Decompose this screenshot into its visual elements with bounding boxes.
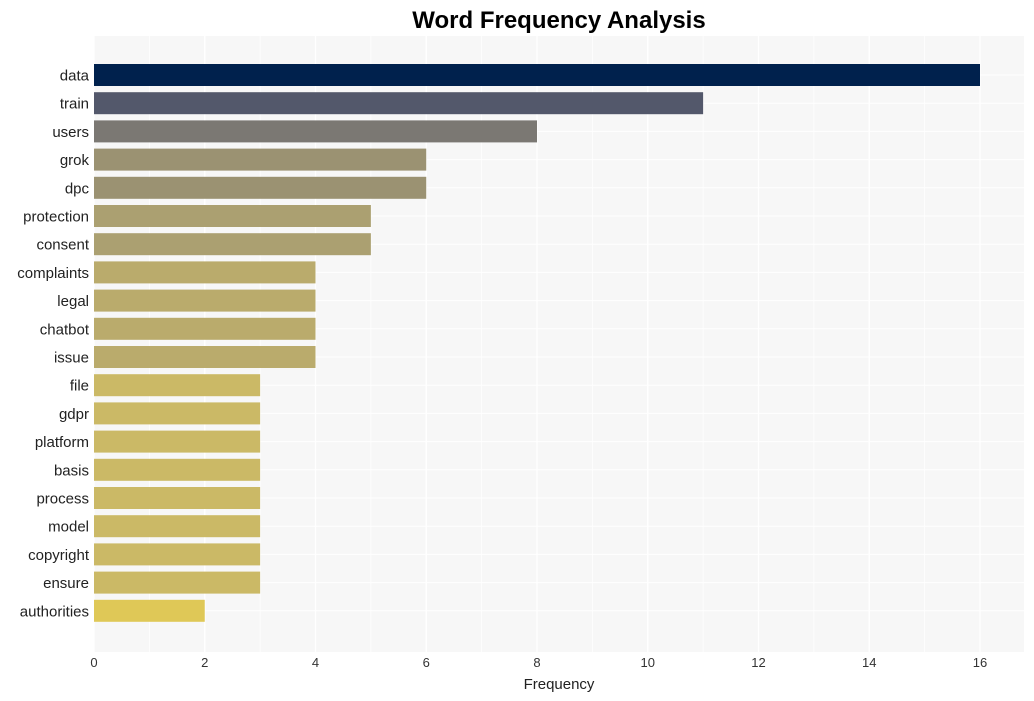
x-tick-label: 4 <box>312 655 319 670</box>
bar-basis <box>94 458 261 481</box>
bar-data <box>94 64 980 86</box>
bar-file <box>94 374 261 397</box>
y-tick-label: issue <box>54 350 89 367</box>
bar-ensure <box>94 571 261 594</box>
y-tick-label: file <box>70 378 89 395</box>
x-tick-label: 10 <box>641 655 655 670</box>
y-axis-labels: data train users grok dpc protection consent co… <box>17 68 90 621</box>
word-frequency-chart: Word Frequency Analysis data train users gr… <box>17 7 1024 693</box>
y-tick-label: copyright <box>28 547 90 564</box>
y-tick-label: ensure <box>43 575 89 592</box>
bar-complaints <box>94 261 316 284</box>
y-tick-label: complaints <box>17 265 89 282</box>
y-tick-label: chatbot <box>40 321 90 338</box>
bar-copyright <box>94 543 261 566</box>
y-tick-label: model <box>48 519 89 536</box>
x-tick-label: 8 <box>533 655 540 670</box>
y-tick-label: platform <box>35 434 89 451</box>
x-tick-label: 14 <box>862 655 876 670</box>
bar-chatbot <box>94 317 316 340</box>
bar-model <box>94 515 261 538</box>
y-tick-label: legal <box>57 293 89 310</box>
y-tick-label: authorities <box>20 603 89 620</box>
bar-issue <box>94 346 316 368</box>
bar-legal <box>94 289 316 312</box>
x-tick-label: 6 <box>423 655 430 670</box>
bar-train <box>94 92 704 115</box>
bar-users <box>94 120 537 143</box>
bar-gdpr <box>94 402 261 425</box>
bar-grok <box>94 148 427 171</box>
chart-title: Word Frequency Analysis <box>412 7 705 34</box>
y-tick-label: gdpr <box>59 406 89 423</box>
bar-process <box>94 487 261 509</box>
y-tick-label: consent <box>36 237 89 254</box>
x-tick-label: 16 <box>973 655 987 670</box>
x-axis-ticks: 0 2 4 6 8 10 12 14 16 <box>90 655 987 670</box>
bar-protection <box>94 205 371 227</box>
x-tick-label: 12 <box>751 655 765 670</box>
y-tick-label: protection <box>23 209 89 226</box>
y-tick-label: process <box>36 491 89 508</box>
x-tick-label: 2 <box>201 655 208 670</box>
bar-consent <box>94 233 371 256</box>
x-tick-label: 0 <box>90 655 97 670</box>
y-tick-label: data <box>60 68 90 85</box>
bar-platform <box>94 430 261 453</box>
y-tick-label: grok <box>60 152 90 169</box>
bar-authorities <box>94 599 205 622</box>
y-tick-label: users <box>52 124 89 141</box>
y-tick-label: basis <box>54 462 89 479</box>
x-axis-label: Frequency <box>524 676 595 693</box>
y-tick-label: dpc <box>65 180 90 197</box>
y-tick-label: train <box>60 96 89 113</box>
bar-dpc <box>94 176 427 199</box>
